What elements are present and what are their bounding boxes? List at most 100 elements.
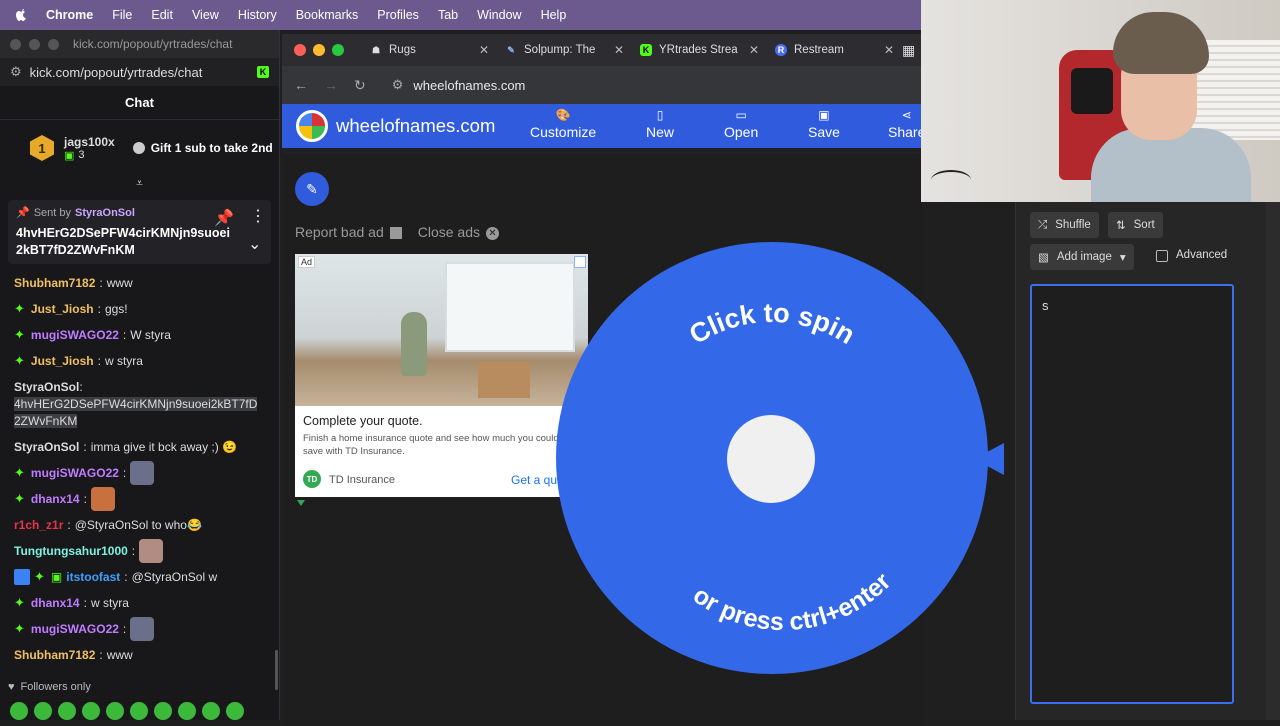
add-image-button[interactable]: ▧ Add image ▾ [1030, 244, 1134, 270]
new-button[interactable]: ▯ New [646, 108, 674, 140]
emote-button[interactable] [130, 702, 148, 720]
chat-username[interactable]: Just_Jiosh [31, 348, 94, 374]
collapse-chevron-icon[interactable]: ⩡ [0, 176, 279, 194]
chat-text: @StyraOnSol w [131, 570, 218, 584]
menu-chrome[interactable]: Chrome [46, 8, 93, 22]
zoom-window-button[interactable] [332, 44, 344, 56]
chat-username[interactable]: mugiSWAGO22 [31, 616, 119, 642]
advanced-label[interactable]: Advanced [1176, 249, 1227, 261]
chat-username[interactable]: r1ch_z1r [14, 512, 63, 538]
sort-button[interactable]: ⇅ Sort [1108, 212, 1163, 238]
advanced-checkbox[interactable] [1156, 250, 1168, 262]
menu-window[interactable]: Window [477, 8, 521, 22]
emote-button[interactable] [82, 702, 100, 720]
tab-solpump[interactable]: ✎ Solpump: The ✕ [497, 34, 632, 66]
gift-sub-icon [132, 142, 145, 154]
close-tab-icon[interactable]: ✕ [479, 43, 489, 57]
save-button[interactable]: ▣ Save [808, 108, 840, 140]
emote-button[interactable] [34, 702, 52, 720]
gift-prompt[interactable]: Gift 1 sub to take 2nd [132, 141, 273, 155]
reload-icon[interactable]: ↻ [354, 77, 366, 94]
menu-help[interactable]: Help [541, 8, 567, 22]
chat-username[interactable]: Shubham7182 [14, 642, 95, 668]
report-bad-ad-link[interactable]: Report bad ad [295, 224, 402, 240]
report-bad-ad-label: Report bad ad [295, 224, 384, 240]
chat-username[interactable]: itstoofast [66, 564, 120, 590]
unpin-icon[interactable]: 📌 [214, 208, 234, 228]
expand-pinned-icon[interactable]: ⌄ [248, 234, 261, 254]
sparkle-badge-icon: ✦ [14, 301, 25, 316]
menu-history[interactable]: History [238, 8, 277, 22]
sent-by-user[interactable]: StyraOnSol [75, 207, 135, 219]
emote-button[interactable] [106, 702, 124, 720]
menu-view[interactable]: View [192, 8, 219, 22]
emote-button[interactable] [10, 702, 28, 720]
menu-profiles[interactable]: Profiles [377, 8, 419, 22]
tab-rugs[interactable]: ☗ Rugs ✕ [362, 34, 497, 66]
brand-title[interactable]: wheelofnames.com [336, 115, 495, 137]
close-ads-link[interactable]: Close ads ✕ [418, 224, 499, 240]
sparkle-badge-icon: ✦ [14, 491, 25, 506]
more-options-icon[interactable]: ⋮ [250, 206, 266, 226]
menu-bookmarks[interactable]: Bookmarks [296, 8, 359, 22]
back-arrow-icon[interactable]: ← [294, 77, 308, 93]
emote-button[interactable] [178, 702, 196, 720]
close-tab-icon[interactable]: ✕ [884, 43, 894, 57]
chat-username[interactable]: dhanx14 [31, 486, 80, 512]
close-tab-icon[interactable]: ✕ [614, 43, 624, 57]
ad-feedback-icon[interactable] [297, 500, 305, 506]
chat-username[interactable]: StyraOnSol [14, 380, 79, 394]
emote-button[interactable] [58, 702, 76, 720]
emote-button[interactable] [226, 702, 244, 720]
grid-tab-icon[interactable]: ▦ [902, 42, 915, 59]
chat-text: @StyraOnSol to who😂 [74, 518, 202, 532]
open-button[interactable]: ▭ Open [724, 108, 758, 140]
kick-address-bar[interactable]: ⚙ kick.com/popout/yrtrades/chat K [0, 58, 279, 86]
chat-username[interactable]: Tungtungsahur1000 [14, 538, 128, 564]
shuffle-button[interactable]: ⤮ Shuffle [1030, 212, 1099, 238]
chat-username[interactable]: dhanx14 [31, 590, 80, 616]
kick-window-titlebar: kick.com/popout/yrtrades/chat [0, 30, 279, 58]
minimize-window-button[interactable] [29, 38, 40, 50]
chat-username[interactable]: mugiSWAGO22 [31, 322, 119, 348]
gift-leaderboard[interactable]: 1 jags100x ▣ 3 Gift 1 sub to take 2nd [0, 120, 279, 176]
menu-file[interactable]: File [112, 8, 132, 22]
advertisement[interactable]: Ad Complete your quote. Finish a home in… [295, 254, 588, 497]
share-button[interactable]: ⋖ Share [888, 108, 925, 140]
apple-icon[interactable] [14, 8, 28, 22]
tab-restream[interactable]: R Restream ✕ [767, 34, 902, 66]
edit-pencil-button[interactable]: ✎ [295, 172, 329, 206]
wheel-logo-icon[interactable] [296, 110, 328, 142]
minimize-window-button[interactable] [313, 44, 325, 56]
chat-username[interactable]: Just_Jiosh [31, 296, 94, 322]
flag-icon [389, 227, 402, 240]
sparkle-badge-icon: ✦ [14, 353, 25, 368]
emote-button[interactable] [154, 702, 172, 720]
chat-username[interactable]: StyraOnSol [14, 434, 79, 460]
chat-username[interactable]: Shubham7182 [14, 270, 95, 296]
page-scrollbar[interactable] [1266, 200, 1280, 720]
emote-button[interactable] [202, 702, 220, 720]
wheel-center-hub[interactable] [727, 415, 815, 503]
site-info-icon[interactable]: ⚙ [392, 77, 404, 93]
menu-tab[interactable]: Tab [438, 8, 458, 22]
chat-message: StyraOnSol: imma give it bck away ;) 😉 [0, 434, 272, 460]
site-settings-icon[interactable]: ⚙ [10, 64, 22, 80]
followers-only-text: Followers only [20, 681, 91, 693]
add-image-label: Add image [1056, 251, 1112, 263]
emote-quick-bar [10, 702, 244, 720]
chat-message: ✦ mugiSWAGO22: [0, 616, 272, 642]
chat-text: imma give it bck away ;) 😉 [90, 440, 238, 454]
chat-username[interactable]: mugiSWAGO22 [31, 460, 119, 486]
close-tab-icon[interactable]: ✕ [749, 43, 759, 57]
customize-button[interactable]: 🎨 Customize [530, 108, 596, 140]
chat-scrollbar[interactable] [275, 650, 278, 690]
close-window-button[interactable] [10, 38, 21, 50]
entries-textarea[interactable]: s [1030, 284, 1234, 704]
close-window-button[interactable] [294, 44, 306, 56]
zoom-window-button[interactable] [48, 38, 59, 50]
forward-arrow-icon[interactable]: → [324, 77, 338, 93]
address-bar[interactable]: ⚙ wheelofnames.com [392, 77, 526, 93]
menu-edit[interactable]: Edit [151, 8, 173, 22]
tab-yrtrades[interactable]: K YRtrades Strea ✕ [632, 34, 767, 66]
